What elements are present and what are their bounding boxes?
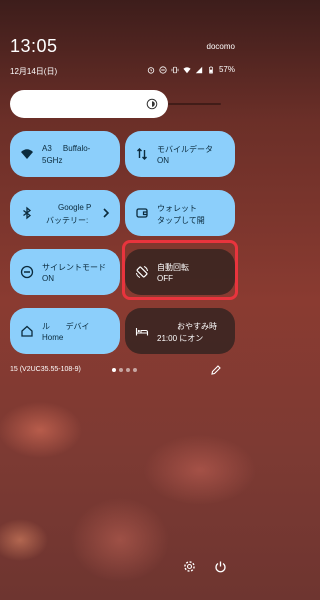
tile-wifi[interactable]: A3 Buffalo- 5GHz [10, 131, 120, 177]
do-not-disturb-icon [159, 65, 167, 74]
status-icons: 57% [147, 65, 235, 74]
mobile-data-icon [135, 147, 149, 161]
wifi-icon [183, 66, 191, 73]
mobile-data-state: ON [157, 156, 169, 165]
power-icon[interactable] [214, 560, 227, 573]
silent-mode-label: サイレントモード [42, 263, 106, 272]
settings-icon[interactable] [183, 560, 196, 573]
highlight-box [122, 240, 238, 300]
page-dot [112, 368, 116, 372]
brightness-track[interactable] [168, 103, 221, 105]
build-number: 15 (V2UC35.55-108-9) [10, 366, 81, 373]
battery-percent: 57% [218, 65, 235, 74]
vibrate-icon [171, 66, 179, 73]
wifi-icon [20, 147, 34, 161]
home-subtitle: Home [42, 333, 64, 342]
home-label: デバイ [65, 322, 90, 331]
wifi-band: 5GHz [42, 156, 63, 165]
status-date: 12月14日(日) [10, 67, 58, 76]
tile-bluetooth[interactable]: Google P バッテリー: [10, 190, 120, 236]
bluetooth-battery: バッテリー: [46, 216, 89, 225]
alarm-icon [147, 66, 155, 74]
brightness-icon [146, 98, 158, 110]
tile-home[interactable]: ル デバイ Home [10, 308, 120, 354]
wallet-subtitle: タップして開 [157, 216, 205, 225]
tile-mobile-data[interactable]: モバイルデータ ON [125, 131, 235, 177]
page-dot [133, 368, 137, 372]
page-dot [126, 368, 130, 372]
silent-mode-state: ON [42, 274, 54, 283]
bed-icon [135, 324, 149, 338]
do-not-disturb-icon [20, 265, 34, 279]
home-icon [20, 324, 34, 338]
wallet-icon [135, 206, 149, 220]
signal-icon [195, 66, 203, 73]
bedtime-label: おやすみ時 [177, 322, 217, 331]
tile-silent-mode[interactable]: サイレントモード ON [10, 249, 120, 295]
page-indicator [112, 368, 137, 372]
bluetooth-device: Google P [58, 203, 92, 212]
brightness-slider[interactable] [10, 90, 168, 118]
wallet-label: ウォレット [157, 204, 197, 213]
bluetooth-icon [20, 206, 34, 220]
page-dot [119, 368, 123, 372]
status-time: 13:05 [10, 36, 58, 56]
home-label-prefix: ル [42, 322, 50, 331]
chevron-right-icon[interactable] [102, 208, 110, 218]
tile-bedtime[interactable]: おやすみ時 21:00 にオン [125, 308, 235, 354]
wifi-ssid: Buffalo- [62, 144, 91, 153]
battery-icon [209, 65, 213, 74]
wifi-ssid-prefix: A3 [42, 144, 52, 153]
mobile-data-label: モバイルデータ [157, 145, 213, 154]
tile-wallet[interactable]: ウォレット タップして開 [125, 190, 235, 236]
bedtime-schedule: 21:00 にオン [157, 334, 204, 343]
edit-icon[interactable] [210, 364, 222, 376]
carrier-name: docomo [206, 42, 235, 51]
